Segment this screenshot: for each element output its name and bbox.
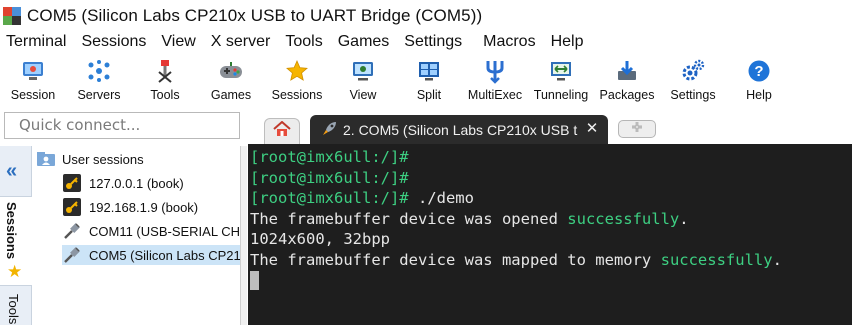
terminal-output: . bbox=[772, 250, 782, 269]
tree-root-user-sessions[interactable]: User sessions bbox=[36, 151, 144, 167]
terminal-command: ./demo bbox=[408, 189, 474, 207]
sidebar-tab-strip: « Sessions ★ Tools bbox=[0, 146, 32, 325]
rocket-icon bbox=[322, 120, 338, 139]
games-icon bbox=[218, 58, 244, 84]
main-toolbar: Session Servers Tools Games Sessions Vie… bbox=[0, 54, 852, 106]
servers-button[interactable]: Servers bbox=[66, 54, 132, 106]
session-item-label: 127.0.0.1 (book) bbox=[89, 175, 184, 191]
menu-settings[interactable]: Settings bbox=[397, 33, 476, 51]
tunneling-button[interactable]: Tunneling bbox=[528, 54, 594, 106]
session-item[interactable]: COM11 (USB-SERIAL CH34 bbox=[62, 221, 241, 241]
menu-bar: Terminal Sessions View X server Tools Ga… bbox=[0, 32, 852, 52]
terminal-line: [root@imx6ull:/]# bbox=[250, 168, 852, 189]
menu-games[interactable]: Games bbox=[331, 33, 398, 51]
svg-text:?: ? bbox=[754, 63, 763, 80]
quick-connect-placeholder: Quick connect... bbox=[19, 116, 141, 134]
tab-com5[interactable]: 2. COM5 (Silicon Labs CP210x USB t ✕ bbox=[310, 115, 608, 144]
session-item[interactable]: 127.0.0.1 (book) bbox=[62, 173, 184, 193]
multiexec-button[interactable]: MultiExec bbox=[462, 54, 528, 106]
sidebar-scrollbar[interactable] bbox=[241, 146, 247, 325]
menu-help[interactable]: Help bbox=[544, 33, 592, 51]
split-button[interactable]: Split bbox=[396, 54, 462, 106]
settings-button[interactable]: Settings bbox=[660, 54, 726, 106]
terminal-line: [root@imx6ull:/]# ./demo bbox=[250, 188, 852, 209]
mobaxterm-logo-icon bbox=[3, 7, 21, 25]
terminal-line: 1024x600, 32bpp bbox=[250, 229, 852, 250]
session-tree: User sessions 127.0.0.1 (book) 192.168.1… bbox=[32, 146, 241, 325]
games-button[interactable]: Games bbox=[198, 54, 264, 106]
split-icon bbox=[416, 58, 442, 84]
menu-macros[interactable]: Macros bbox=[476, 33, 543, 51]
terminal-output: 1024x600, 32bpp bbox=[250, 230, 390, 248]
serial-plug-icon bbox=[62, 222, 82, 240]
window-title: COM5 (Silicon Labs CP210x USB to UART Br… bbox=[27, 6, 483, 25]
terminal-line: The framebuffer device was opened succes… bbox=[250, 209, 852, 230]
menu-terminal[interactable]: Terminal bbox=[0, 33, 74, 51]
packages-button[interactable]: Packages bbox=[594, 54, 660, 106]
help-icon: ? bbox=[746, 58, 772, 84]
multiexec-icon bbox=[482, 58, 508, 84]
session-item[interactable]: 192.168.1.9 (book) bbox=[62, 197, 198, 217]
tools-icon bbox=[152, 58, 178, 84]
tree-root-label: User sessions bbox=[62, 151, 144, 167]
view-icon bbox=[350, 58, 376, 84]
collapse-sidebar-icon[interactable]: « bbox=[6, 160, 17, 183]
key-icon bbox=[62, 174, 82, 192]
plus-icon bbox=[630, 120, 644, 139]
terminal-prompt: [root@imx6ull:/]# bbox=[250, 189, 409, 207]
terminal-output: . bbox=[679, 209, 689, 228]
session-item-label: COM11 (USB-SERIAL CH34 bbox=[89, 223, 241, 239]
gears-icon bbox=[680, 58, 706, 84]
session-item-label: 192.168.1.9 (book) bbox=[89, 199, 199, 215]
menu-tools[interactable]: Tools bbox=[278, 33, 330, 51]
tools-button[interactable]: Tools bbox=[132, 54, 198, 106]
tab-close-icon[interactable]: ✕ bbox=[584, 121, 600, 137]
terminal-line: [root@imx6ull:/]# bbox=[250, 147, 852, 168]
terminal-prompt: [root@imx6ull:/]# bbox=[250, 148, 409, 166]
session-icon bbox=[20, 58, 46, 84]
serial-plug-icon bbox=[62, 246, 82, 264]
session-item-label: COM5 (Silicon Labs CP210 bbox=[89, 247, 241, 263]
star-icon: ★ bbox=[7, 262, 23, 281]
home-tab[interactable] bbox=[264, 118, 300, 144]
terminal-cursor bbox=[250, 271, 259, 290]
session-button[interactable]: Session bbox=[0, 54, 66, 106]
terminal-prompt: [root@imx6ull:/]# bbox=[250, 168, 409, 187]
servers-icon bbox=[86, 58, 112, 84]
user-folder-icon bbox=[36, 151, 56, 167]
tunneling-icon bbox=[548, 58, 574, 84]
terminal-success-word: successfully bbox=[660, 250, 773, 269]
title-bar: COM5 (Silicon Labs CP210x USB to UART Br… bbox=[0, 0, 852, 32]
sidebar-tab-tools-label: Tools bbox=[6, 294, 21, 325]
terminal-success-word: successfully bbox=[567, 209, 680, 228]
terminal-output: The framebuffer device was opened bbox=[250, 209, 568, 228]
terminal-view[interactable]: [root@imx6ull:/]# [root@imx6ull:/]# [roo… bbox=[248, 144, 852, 325]
terminal-line: The framebuffer device was mapped to mem… bbox=[250, 250, 852, 271]
session-item-selected[interactable]: COM5 (Silicon Labs CP210 bbox=[62, 245, 241, 265]
terminal-output: The framebuffer device was mapped to mem… bbox=[250, 250, 661, 269]
menu-sessions[interactable]: Sessions bbox=[74, 33, 154, 51]
quick-connect-input[interactable]: Quick connect... bbox=[4, 112, 240, 139]
sidebar-tab-sessions-label: Sessions bbox=[4, 202, 19, 260]
terminal-line bbox=[250, 270, 852, 291]
new-tab-button[interactable] bbox=[618, 120, 656, 138]
tab-bar: 2. COM5 (Silicon Labs CP210x USB t ✕ bbox=[248, 110, 852, 144]
key-icon bbox=[62, 198, 82, 216]
home-icon bbox=[273, 120, 291, 142]
tab-com5-label: 2. COM5 (Silicon Labs CP210x USB t bbox=[343, 121, 578, 138]
menu-view[interactable]: View bbox=[154, 33, 203, 51]
sessions-button[interactable]: Sessions bbox=[264, 54, 330, 106]
view-button[interactable]: View bbox=[330, 54, 396, 106]
sidebar-tab-tools[interactable]: Tools bbox=[0, 288, 32, 325]
packages-icon bbox=[614, 58, 640, 84]
help-button[interactable]: ? Help bbox=[726, 54, 792, 106]
star-icon bbox=[284, 58, 310, 84]
menu-x-server[interactable]: X server bbox=[204, 33, 279, 51]
